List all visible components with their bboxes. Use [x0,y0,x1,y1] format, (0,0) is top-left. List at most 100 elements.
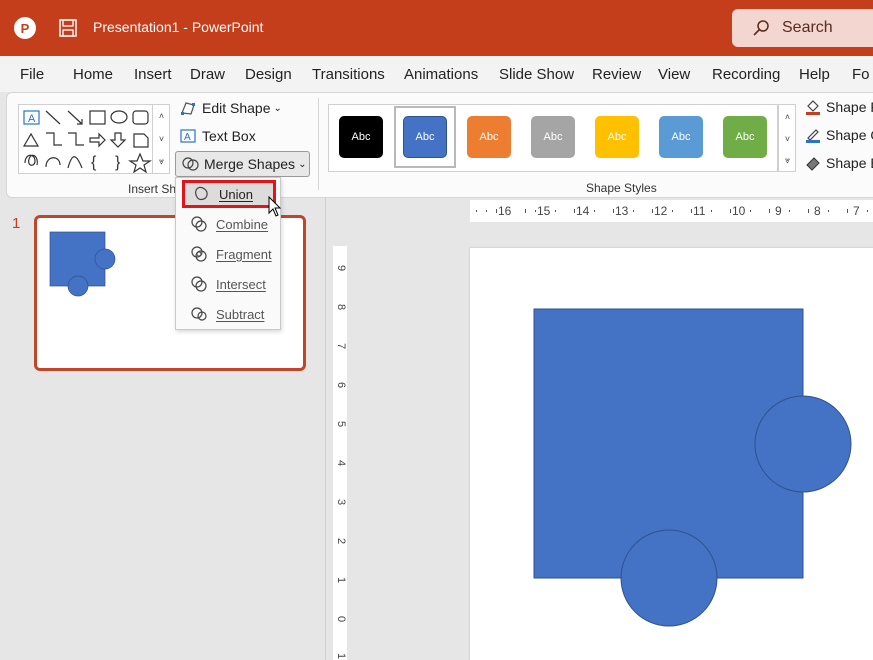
ruler-label: 10 [732,204,746,218]
merge-shapes-button[interactable]: Merge Shapes ⌄ [175,151,310,177]
search-label: Search [782,19,833,36]
style-swatch-black[interactable]: Abc [339,116,383,158]
menu-recording[interactable]: Recording [712,66,780,83]
chevron-down-icon[interactable]: ˅ [779,127,796,150]
menu-item-combine[interactable]: Combine [182,210,276,238]
ruler-label: 6 [335,381,347,389]
ruler-label: 15 [537,204,551,218]
style-swatch-gold[interactable]: Abc [595,116,639,158]
chevron-down-icon: ⌄ [298,158,307,170]
shapes-gallery-icons: A { } [22,110,152,174]
ruler-label: 5 [335,420,347,428]
menu-bar: File Home Insert Draw Design Transitions… [0,56,873,92]
edit-shape-button[interactable]: Edit Shape ⌄ [180,96,282,120]
menu-item-label: Combine [216,216,269,232]
menu-home[interactable]: Home [73,66,113,83]
style-swatch-gray[interactable]: Abc [531,116,575,158]
menu-slide-show[interactable]: Slide Show [499,66,574,83]
shapes-gallery[interactable]: A { } [18,104,170,174]
chevron-down-icon: ⌄ [273,102,282,114]
ruler-label: 14 [576,204,590,218]
save-icon[interactable] [58,18,78,38]
menu-view[interactable]: View [658,66,690,83]
style-swatch-green[interactable]: Abc [723,116,767,158]
edit-shape-icon [181,102,195,115]
style-swatch-light-blue[interactable]: Abc [659,116,703,158]
mouse-cursor-icon [268,196,282,217]
merge-shapes-label: Merge Shapes [204,156,296,172]
ruler-label: 8 [335,303,347,311]
ruler-label: 7 [853,204,860,218]
text-box-button[interactable]: A Text Box [180,124,256,148]
style-swatch-blue[interactable]: Abc [403,116,447,158]
shape-styles-scroll[interactable]: ˄ ˅ ⩔ [778,104,796,172]
shape-effects-label: Shape E [826,155,873,171]
menu-item-fragment[interactable]: Fragment [182,240,276,268]
chevron-down-icon[interactable]: ˅ [153,127,170,150]
menu-insert[interactable]: Insert [134,66,172,83]
shape-effects-button[interactable]: Shape E [805,155,873,171]
menu-format[interactable]: Fo [852,66,870,83]
ruler-label: 4 [335,459,347,467]
chevron-up-icon[interactable]: ˄ [153,104,170,127]
menu-draw[interactable]: Draw [190,66,225,83]
more-options-icon[interactable]: ⩔ [779,149,796,172]
ruler-label: 8 [814,204,821,218]
menu-help[interactable]: Help [799,66,830,83]
search-box[interactable]: Search [732,9,873,47]
horizontal-ruler-ticks [476,209,868,213]
union-icon [195,186,208,201]
shape-fill-label: Shape F [826,99,873,115]
slide-number: 1 [12,215,21,232]
menu-item-subtract[interactable]: Subtract [182,300,276,328]
document-title: Presentation1 - PowerPoint [93,19,264,35]
menu-item-union[interactable]: Union [182,180,276,208]
merge-shapes-icon [182,157,199,171]
shapes-gallery-scroll[interactable]: ˄ ˅ ⩔ [152,104,170,174]
ruler-label: 12 [654,204,668,218]
menu-item-label: Subtract [216,306,265,322]
ruler-label: 9 [775,204,782,218]
shape-effects-icon [806,157,820,171]
ruler-label: 11 [693,204,706,218]
ruler-label: 1 [335,652,347,660]
ruler-label: 1 [335,576,347,584]
merge-shapes-menu: Union Combine Fragment Intersect Subtrac… [175,177,281,330]
menu-item-label: Union [219,186,253,202]
panel-divider [325,198,326,660]
menu-animations[interactable]: Animations [404,66,478,83]
menu-item-intersect[interactable]: Intersect [182,270,276,298]
menu-file[interactable]: File [20,66,44,83]
menu-item-label: Intersect [216,276,266,292]
chevron-up-icon[interactable]: ˄ [779,105,796,128]
svg-text:A: A [28,113,36,125]
ruler-label: 16 [498,204,512,218]
pen-icon [806,129,820,143]
shape-outline-button[interactable]: Shape O [805,127,873,143]
menu-transitions[interactable]: Transitions [312,66,385,83]
combine-icon [191,216,207,232]
style-swatch-orange[interactable]: Abc [467,116,511,158]
vertical-ruler: 9 8 7 6 5 4 3 2 1 0 1 [333,246,347,660]
ruler-label: 7 [335,342,347,350]
edit-shape-label: Edit Shape [202,100,271,116]
powerpoint-logo-icon: P [14,17,36,39]
right-circle-shape[interactable] [754,395,852,493]
subtract-icon [191,307,207,321]
ruler-label: 2 [335,537,347,545]
ruler-label: 3 [335,498,347,506]
text-box-icon: A [180,129,196,143]
slide-shapes [533,308,852,627]
shape-fill-button[interactable]: Shape F [805,99,873,115]
menu-item-label: Fragment [216,246,272,262]
bottom-circle-shape[interactable] [620,529,718,627]
intersect-icon [191,276,207,292]
ruler-label: 9 [335,264,347,272]
slide-canvas[interactable] [470,248,873,660]
more-options-icon[interactable]: ⩔ [153,150,170,173]
menu-design[interactable]: Design [245,66,292,83]
svg-text:{: { [91,154,97,171]
menu-review[interactable]: Review [592,66,641,83]
ruler-label: 0 [335,615,347,623]
ribbon-separator [318,98,319,190]
